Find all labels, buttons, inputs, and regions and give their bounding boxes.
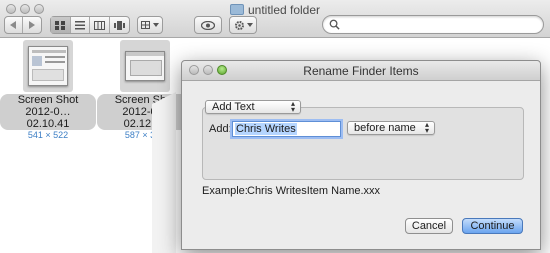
forward-button[interactable] [23,17,41,33]
coverflow-view-icon [113,20,125,30]
coverflow-view-button[interactable] [110,17,129,33]
eye-icon [201,20,215,30]
back-arrow-icon [10,21,17,29]
back-button[interactable] [5,17,24,33]
continue-button[interactable]: Continue [462,218,523,234]
finder-toolbar: untitled folder [0,0,550,38]
search-field[interactable] [322,15,544,34]
chevron-down-icon [153,23,159,27]
gear-icon [234,20,244,30]
icon-view-icon [55,20,66,30]
rename-mode-value: Add Text [212,101,255,113]
file-dimensions: 587 × 346 [124,130,166,140]
screenshot-thumbnail [28,46,68,86]
action-button[interactable] [229,16,257,34]
arrange-button[interactable] [137,16,163,34]
file-thumbnail-selection[interactable] [120,40,170,92]
column-view-button[interactable] [90,17,110,33]
file-thumbnail-selection[interactable] [23,40,73,92]
add-text-field[interactable]: Chris Writes [232,121,341,137]
dialog-title: Rename Finder Items [303,64,419,78]
example-label: Example: [202,185,248,197]
arrange-grid-icon [141,21,150,29]
window-title-text: untitled folder [247,3,321,17]
position-popup[interactable]: before name ▴ ▾ [347,121,435,135]
rename-mode-popup[interactable]: Add Text ▴ ▾ [205,100,301,114]
file-name[interactable]: Screen Shot 2012-0…02.12.54 [97,94,193,130]
chevron-down-icon [246,23,253,27]
icon-view-button[interactable] [51,17,71,33]
example-value: Chris WritesItem Name.xxx [247,185,381,197]
search-icon [329,19,340,30]
background-arrow-graphic [152,92,176,253]
file-name[interactable]: Screen Shot 2012-0…02.10.41 [0,94,96,130]
up-down-arrows-icon: ▴ ▾ [424,120,429,135]
view-mode-control [50,16,130,34]
up-down-arrows-icon: ▴ ▾ [290,99,295,114]
file-name-line1: Screen Shot [17,94,79,106]
screenshot-thumbnail [125,51,165,81]
cancel-button[interactable]: Cancel [405,218,453,234]
back-forward-control [4,16,42,34]
rename-options-box [202,107,524,180]
quick-look-button[interactable] [194,16,222,34]
folder-icon [229,4,244,15]
file-dimensions: 541 × 522 [27,130,69,140]
file-item[interactable]: Screen Shot 2012-0…02.12.54 587 × 346 [97,40,193,141]
list-view-button[interactable] [71,17,90,33]
rename-dialog: Rename Finder Items Add Text ▴ ▾ Add: Chr… [181,60,541,250]
file-name-line2: 2012-0…02.10.41 [25,106,71,130]
forward-arrow-icon [28,21,35,29]
list-view-icon [74,20,85,29]
dialog-titlebar: Rename Finder Items [182,61,540,81]
add-label: Add: [209,123,232,135]
file-item[interactable]: Screen Shot 2012-0…02.10.41 541 × 522 [0,40,96,141]
column-view-icon [93,20,105,30]
position-value: before name [354,122,416,134]
add-text-value: Chris Writes [235,123,297,135]
